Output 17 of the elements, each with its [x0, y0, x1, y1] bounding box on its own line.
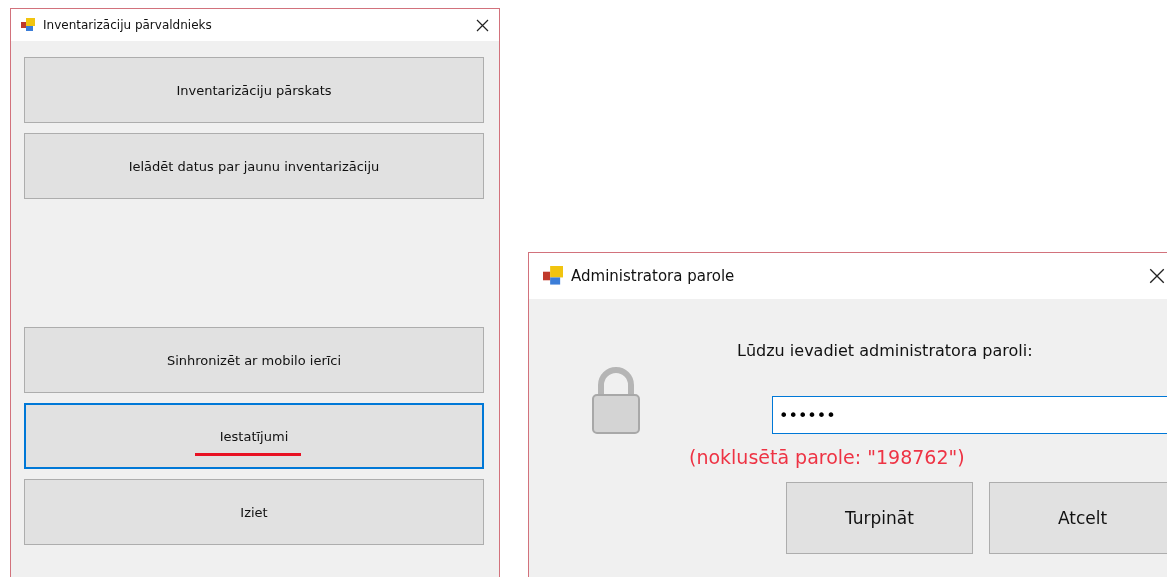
menu-button[interactable]: Iestatījumi — [24, 403, 484, 469]
app-icon — [21, 18, 35, 32]
menu-button[interactable]: Ielādēt datus par jaunu inventarizāciju — [24, 133, 484, 199]
dialog-button[interactable]: Turpināt — [786, 482, 973, 554]
menu-button[interactable]: Iziet — [24, 479, 484, 545]
padlock-icon — [589, 367, 643, 435]
window-title: Inventarizāciju pārvaldnieks — [43, 18, 213, 32]
password-field[interactable]: •••••• — [772, 396, 1167, 434]
dialog-button[interactable]: Atcelt — [989, 482, 1167, 554]
close-icon[interactable] — [476, 18, 489, 32]
dialog-title: Administratora parole — [571, 267, 736, 285]
prompt-text: Lūdzu ievadiet administratora paroli: — [737, 341, 1033, 360]
menu-button[interactable]: Inventarizāciju pārskats — [24, 57, 484, 123]
menu-button[interactable]: Sinhronizēt ar mobilo ierīci — [24, 327, 484, 393]
app-icon — [543, 266, 563, 286]
default-password-hint: (noklusētā parole: "198762") — [689, 446, 965, 468]
close-icon[interactable] — [1149, 268, 1165, 284]
